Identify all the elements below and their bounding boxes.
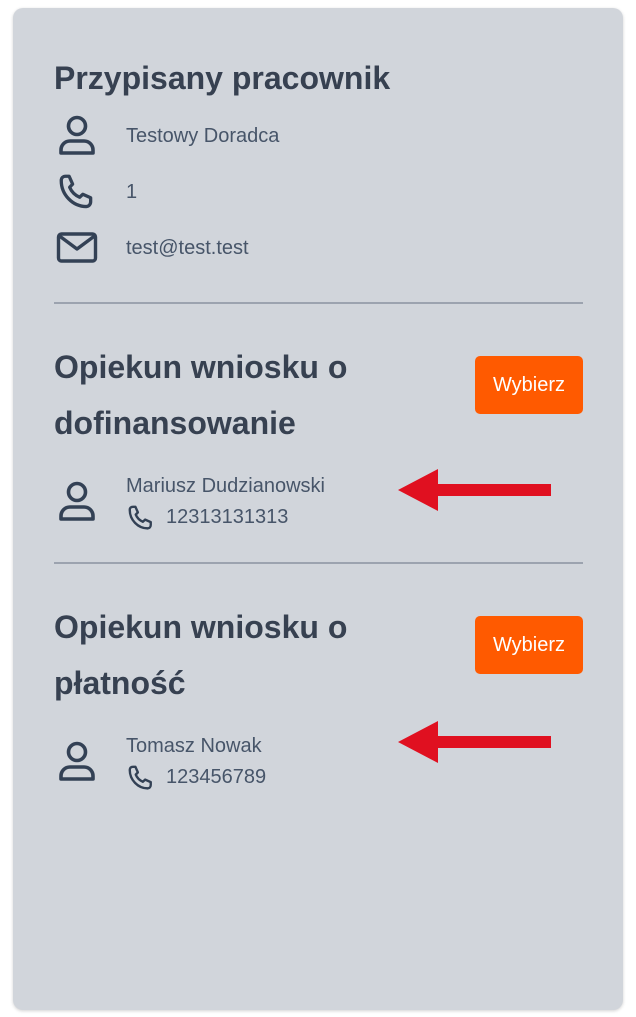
arrow-left-icon — [398, 469, 551, 511]
guardian-funding-name: Mariusz Dudzianowski — [126, 475, 325, 497]
phone-icon — [54, 169, 100, 215]
assigned-name: Testowy Doradca — [126, 124, 280, 147]
user-icon — [54, 479, 100, 525]
guardian-funding-phone-line: 12313131313 — [126, 502, 325, 533]
assigned-email: test@test.test — [126, 236, 249, 259]
phone-icon — [128, 765, 152, 790]
guardian-funding-person: Mariusz Dudzianowski 12313131313 — [54, 469, 583, 533]
guardian-payment-title: Opiekun wniosku o płatność — [54, 609, 348, 701]
mail-icon — [54, 225, 100, 271]
guardian-funding-details: Mariusz Dudzianowski 12313131313 — [126, 471, 325, 533]
guardian-payment-phone-line: 123456789 — [126, 762, 266, 793]
guardian-section-payment: Opiekun wniosku o płatność Wybierz Tomas… — [54, 564, 583, 793]
guardian-section-funding: Opiekun wniosku o dofinansowanie Wybierz… — [54, 304, 583, 533]
assigned-employee-section: Przypisany pracownik Testowy Doradca 1 t… — [54, 8, 583, 276]
guardian-payment-details: Tomasz Nowak 123456789 — [126, 731, 266, 793]
assigned-phone-row: 1 — [54, 164, 583, 220]
select-payment-guardian-button[interactable]: Wybierz — [474, 616, 583, 674]
assigned-email-row: test@test.test — [54, 220, 583, 276]
user-icon — [54, 113, 100, 159]
assigned-staff-card: Przypisany pracownik Testowy Doradca 1 t… — [13, 8, 623, 1010]
assigned-name-row: Testowy Doradca — [54, 108, 583, 164]
assigned-employee-title: Przypisany pracownik — [54, 60, 391, 96]
guardian-funding-phone: 12313131313 — [166, 506, 289, 528]
guardian-payment-person: Tomasz Nowak 123456789 — [54, 721, 583, 793]
user-icon — [54, 739, 100, 785]
guardian-funding-header: Opiekun wniosku o dofinansowanie Wybierz — [54, 339, 583, 451]
assigned-phone: 1 — [126, 180, 138, 203]
phone-icon — [128, 505, 152, 530]
guardian-payment-header: Opiekun wniosku o płatność Wybierz — [54, 599, 583, 711]
guardian-payment-phone: 123456789 — [166, 766, 267, 788]
select-funding-guardian-button[interactable]: Wybierz — [474, 356, 583, 414]
arrow-left-icon — [398, 721, 551, 763]
guardian-funding-title: Opiekun wniosku o dofinansowanie — [54, 349, 348, 441]
guardian-payment-name: Tomasz Nowak — [126, 735, 262, 757]
